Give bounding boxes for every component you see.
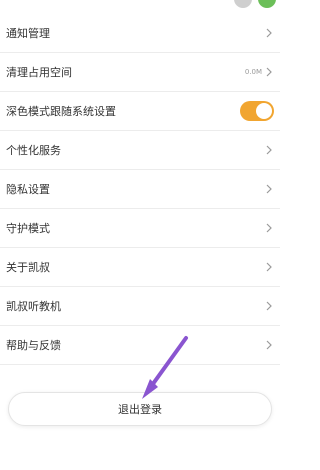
- chevron-right-icon: [266, 223, 272, 233]
- settings-item-label: 隐私设置: [6, 183, 50, 196]
- settings-item-dark-mode: 深色模式跟随系统设置: [0, 92, 280, 131]
- settings-item-label: 关于凯叔: [6, 261, 50, 274]
- avatar[interactable]: [234, 0, 252, 8]
- settings-item-about[interactable]: 关于凯叔: [0, 248, 280, 287]
- settings-item-label: 清理占用空间: [6, 66, 72, 79]
- dark-mode-toggle[interactable]: [240, 101, 274, 121]
- chevron-right-icon: [266, 67, 272, 77]
- chevron-right-icon: [266, 340, 272, 350]
- chevron-right-icon: [266, 262, 272, 272]
- chevron-right-icon: [266, 301, 272, 311]
- settings-item-label: 帮助与反馈: [6, 339, 61, 352]
- settings-item-notification-management[interactable]: 通知管理: [0, 14, 280, 53]
- chevron-right-icon: [266, 184, 272, 194]
- avatar[interactable]: [258, 0, 276, 8]
- chevron-right-icon: [266, 28, 272, 38]
- settings-item-privacy[interactable]: 隐私设置: [0, 170, 280, 209]
- settings-item-guardian-mode[interactable]: 守护模式: [0, 209, 280, 248]
- settings-item-label: 通知管理: [6, 27, 50, 40]
- settings-item-label: 凯叔听教机: [6, 300, 61, 313]
- settings-item-help-feedback[interactable]: 帮助与反馈: [0, 326, 280, 365]
- settings-item-learning-device[interactable]: 凯叔听教机: [0, 287, 280, 326]
- settings-item-label: 个性化服务: [6, 144, 61, 157]
- settings-item-personalized-service[interactable]: 个性化服务: [0, 131, 280, 170]
- bottom-safe-area: [0, 462, 280, 470]
- settings-item-clear-storage[interactable]: 清理占用空间 0.0M: [0, 53, 280, 92]
- chevron-right-icon: [266, 145, 272, 155]
- logout-button[interactable]: 退出登录: [8, 392, 272, 426]
- top-avatars: [234, 0, 276, 8]
- toggle-knob: [256, 103, 272, 119]
- storage-size-value: 0.0M: [244, 68, 262, 76]
- settings-item-label: 守护模式: [6, 222, 50, 235]
- settings-list: 通知管理 清理占用空间 0.0M 深色模式跟随系统设置 个性化服务 隐私设置 守…: [0, 14, 280, 365]
- settings-item-label: 深色模式跟随系统设置: [6, 105, 116, 118]
